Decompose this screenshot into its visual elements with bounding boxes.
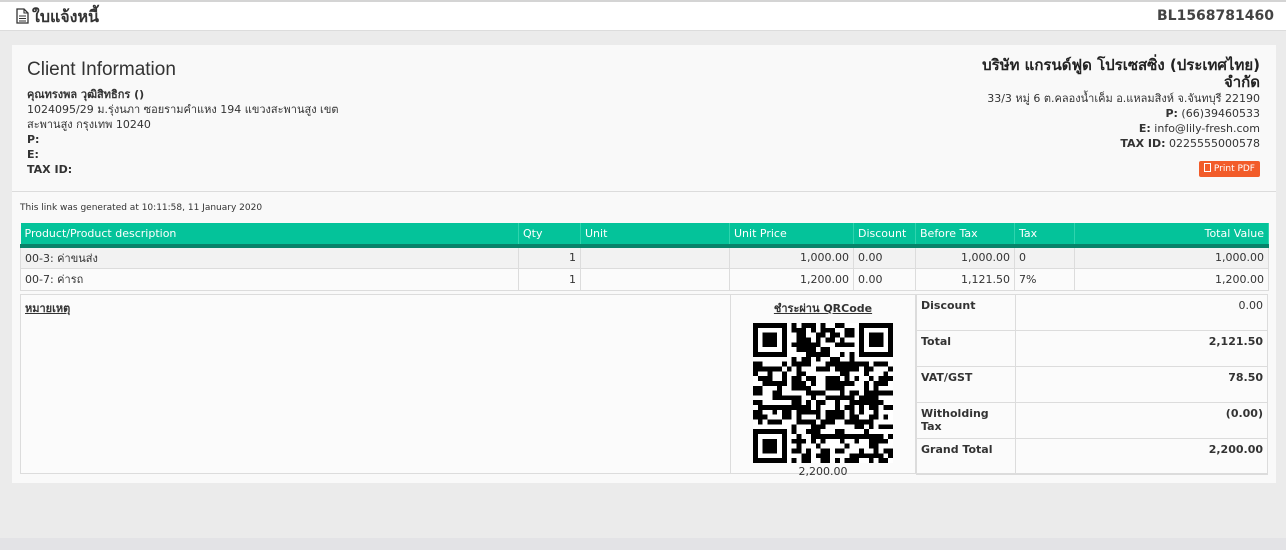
client-phone-label: P: bbox=[27, 133, 40, 146]
company-email: info@lily-fresh.com bbox=[1154, 122, 1260, 135]
company-name-line1: บริษัท แกรนด์ฟูด โปรเซสซิ่ง (ประเทศไทย) bbox=[982, 56, 1260, 74]
cell-qty: 1 bbox=[518, 245, 581, 269]
table-row: 00-3: ค่าขนส่ง 1 1,000.00 0.00 1,000.00 … bbox=[20, 245, 1269, 269]
company-name-line2: จำกัด bbox=[1223, 73, 1260, 91]
cell-before-tax: 1,121.50 bbox=[915, 267, 1015, 291]
cell-qty: 1 bbox=[518, 267, 581, 291]
client-address-line1: 1024095/29 ม.รุ่งนภา ซอยรามคำแหง 194 แขว… bbox=[27, 103, 339, 116]
page-title: ใบแจ้งหนี้ bbox=[32, 7, 99, 26]
total-label: Discount bbox=[916, 294, 1016, 331]
cell-total: 1,200.00 bbox=[1074, 267, 1269, 291]
footer-strip bbox=[0, 538, 1286, 550]
column-header: Unit bbox=[580, 223, 730, 248]
client-address-line2: สะพานสูง กรุงเทพ 10240 bbox=[27, 118, 151, 131]
totals-row: Grand Total 2,200.00 bbox=[916, 438, 1268, 475]
totals-row: Witholding Tax (0.00) bbox=[916, 402, 1268, 439]
company-phone-label: P: bbox=[1165, 107, 1178, 120]
cell-unit-price: 1,200.00 bbox=[729, 267, 854, 291]
items-table: Product/Product description Qty Unit Uni… bbox=[20, 223, 1269, 291]
qr-code-icon bbox=[753, 323, 893, 463]
generated-note: This link was generated at 10:11:58, 11 … bbox=[20, 203, 263, 213]
document-icon bbox=[16, 8, 29, 24]
cell-tax: 0 bbox=[1014, 245, 1075, 269]
summary-section: หมายเหตุ ชำระผ่าน QRCode 2,200.00 Discou… bbox=[20, 294, 1268, 478]
print-pdf-label: Print PDF bbox=[1213, 164, 1255, 174]
total-label: Total bbox=[916, 330, 1016, 367]
total-value: 78.50 bbox=[1015, 366, 1268, 403]
cell-unit bbox=[580, 245, 730, 269]
column-header: Tax bbox=[1014, 223, 1075, 248]
company-phone: (66)39460533 bbox=[1181, 107, 1260, 120]
pdf-icon bbox=[1203, 163, 1211, 172]
cell-discount: 0.00 bbox=[853, 267, 916, 291]
column-header: Before Tax bbox=[915, 223, 1015, 248]
total-label: Grand Total bbox=[916, 438, 1016, 475]
client-email-label: E: bbox=[27, 148, 39, 161]
total-value: 0.00 bbox=[1015, 294, 1268, 331]
top-bar: ใบแจ้งหนี้ BL1568781460 bbox=[0, 0, 1286, 31]
cell-product: 00-3: ค่าขนส่ง bbox=[20, 245, 519, 269]
total-value: 2,200.00 bbox=[1015, 438, 1268, 475]
company-address: 33/3 หมู่ 6 ต.คลองน้ำเค็ม อ.แหลมสิงห์ จ.… bbox=[987, 92, 1260, 105]
company-details: บริษัท แกรนด์ฟูด โปรเซสซิ่ง (ประเทศไทย) … bbox=[982, 57, 1260, 151]
totals-table: Discount 0.00 Total 2,121.50 VAT/GST 78.… bbox=[916, 294, 1268, 475]
total-value: 2,121.50 bbox=[1015, 330, 1268, 367]
column-header: Discount bbox=[853, 223, 916, 248]
qr-code-image bbox=[753, 323, 893, 463]
qr-title[interactable]: ชำระผ่าน QRCode bbox=[731, 299, 915, 317]
cell-product: 00-7: ค่ารถ bbox=[20, 267, 519, 291]
print-pdf-button[interactable]: Print PDF bbox=[1198, 161, 1260, 177]
table-row: 00-7: ค่ารถ 1 1,200.00 0.00 1,121.50 7% … bbox=[20, 267, 1269, 291]
client-details: คุณทรงพล วุฒิสิทธิกร () 1024095/29 ม.รุ่… bbox=[27, 87, 339, 177]
column-header: Unit Price bbox=[729, 223, 854, 248]
notes-label: หมายเหตุ bbox=[25, 302, 71, 315]
client-info-heading: Client Information bbox=[27, 59, 176, 80]
totals-row: VAT/GST 78.50 bbox=[916, 366, 1268, 403]
company-email-label: E: bbox=[1138, 122, 1151, 135]
totals-row: Discount 0.00 bbox=[916, 294, 1268, 331]
total-label: Witholding Tax bbox=[916, 402, 1016, 439]
total-label: VAT/GST bbox=[916, 366, 1016, 403]
company-tax-label: TAX ID: bbox=[1120, 137, 1166, 150]
company-tax-id: 0225555000578 bbox=[1169, 137, 1260, 150]
cell-unit bbox=[580, 267, 730, 291]
cell-total: 1,000.00 bbox=[1074, 245, 1269, 269]
client-tax-label: TAX ID: bbox=[27, 163, 73, 176]
invoice-card: Client Information คุณทรงพล วุฒิสิทธิกร … bbox=[12, 45, 1276, 483]
cell-before-tax: 1,000.00 bbox=[915, 245, 1015, 269]
qr-payment: ชำระผ่าน QRCode 2,200.00 bbox=[730, 295, 916, 478]
client-name: คุณทรงพล วุฒิสิทธิกร () bbox=[27, 88, 145, 101]
qr-amount: 2,200.00 bbox=[798, 465, 848, 478]
column-header: Total Value bbox=[1074, 223, 1269, 248]
divider bbox=[12, 191, 1276, 192]
cell-tax: 7% bbox=[1014, 267, 1075, 291]
total-value: (0.00) bbox=[1015, 402, 1268, 439]
cell-unit-price: 1,000.00 bbox=[729, 245, 854, 269]
table-header-row: Product/Product description Qty Unit Uni… bbox=[20, 223, 1269, 248]
column-header: Qty bbox=[518, 223, 581, 248]
column-header: Product/Product description bbox=[20, 223, 519, 248]
cell-discount: 0.00 bbox=[853, 245, 916, 269]
document-number: BL1568781460 bbox=[1156, 8, 1274, 24]
totals-row: Total 2,121.50 bbox=[916, 330, 1268, 367]
